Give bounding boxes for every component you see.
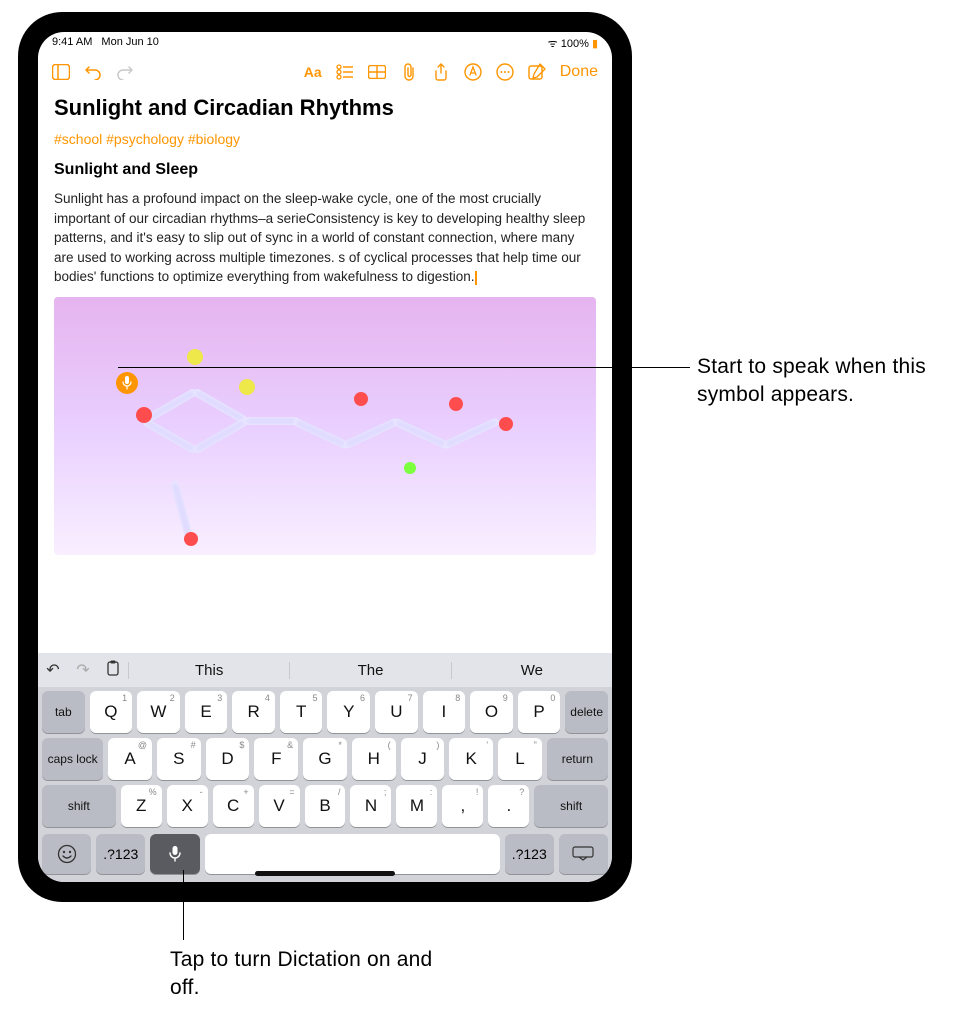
battery-icon: ▮ (592, 38, 598, 50)
done-button[interactable]: Done (556, 63, 602, 81)
microphone-icon (122, 376, 132, 390)
key-numbers-left[interactable]: .?123 (96, 834, 145, 874)
key-hide-keyboard[interactable] (559, 834, 608, 874)
markup-icon[interactable] (460, 59, 486, 85)
wifi-icon: ᯤ (548, 38, 558, 50)
key-a[interactable]: A@ (108, 738, 152, 780)
key-g[interactable]: G* (303, 738, 347, 780)
kb-clipboard-icon[interactable] (98, 660, 128, 681)
redo-icon[interactable] (112, 59, 138, 85)
key-p[interactable]: P0 (518, 691, 561, 733)
callout-line-right (118, 367, 690, 368)
battery-percent: 100% (561, 38, 589, 50)
key-u[interactable]: U7 (375, 691, 418, 733)
key-n[interactable]: N; (350, 785, 391, 827)
callout-line-bottom (183, 870, 184, 940)
table-icon[interactable] (364, 59, 390, 85)
sidebar-icon[interactable] (48, 59, 74, 85)
key-.[interactable]: .? (488, 785, 529, 827)
format-icon[interactable]: Aa (300, 59, 326, 85)
key-space[interactable] (205, 834, 500, 874)
home-indicator[interactable] (255, 871, 395, 876)
keyboard-suggestion-bar: ↶ ↷ This The We (38, 653, 612, 687)
key-c[interactable]: C+ (213, 785, 254, 827)
microphone-icon (168, 845, 182, 863)
kb-undo-icon[interactable]: ↶ (38, 660, 68, 680)
molecule-image[interactable] (54, 297, 596, 555)
text-cursor (475, 271, 477, 285)
notes-toolbar: Aa Done (38, 53, 612, 89)
key-x[interactable]: X- (167, 785, 208, 827)
key-s[interactable]: S# (157, 738, 201, 780)
screen: 9:41 AM Mon Jun 10 ᯤ 100% ▮ Aa (38, 32, 612, 882)
key-,[interactable]: ,! (442, 785, 483, 827)
suggestion-1[interactable]: This (128, 662, 289, 679)
key-capslock[interactable]: caps lock (42, 738, 103, 780)
key-dictation[interactable] (150, 834, 199, 874)
key-t[interactable]: T5 (280, 691, 323, 733)
key-return[interactable]: return (547, 738, 608, 780)
status-bar: 9:41 AM Mon Jun 10 ᯤ 100% ▮ (38, 32, 612, 53)
note-body[interactable]: Sunlight has a profound impact on the sl… (54, 189, 596, 287)
key-emoji[interactable] (42, 834, 91, 874)
key-numbers-right[interactable]: .?123 (505, 834, 554, 874)
key-shift-left[interactable]: shift (42, 785, 116, 827)
compose-icon[interactable] (524, 59, 550, 85)
status-time: 9:41 AM (52, 36, 92, 48)
key-delete[interactable]: delete (565, 691, 608, 733)
status-date: Mon Jun 10 (101, 36, 158, 48)
undo-icon[interactable] (80, 59, 106, 85)
note-tags[interactable]: #school #psychology #biology (54, 131, 596, 147)
key-k[interactable]: K' (449, 738, 493, 780)
ipad-frame: 9:41 AM Mon Jun 10 ᯤ 100% ▮ Aa (18, 12, 632, 902)
key-d[interactable]: D$ (206, 738, 250, 780)
key-i[interactable]: I8 (423, 691, 466, 733)
callout-right: Start to speak when this symbol appears. (697, 353, 974, 410)
key-v[interactable]: V= (259, 785, 300, 827)
suggestion-3[interactable]: We (451, 662, 612, 679)
share-icon[interactable] (428, 59, 454, 85)
kb-redo-icon[interactable]: ↷ (68, 660, 98, 680)
checklist-icon[interactable] (332, 59, 358, 85)
key-w[interactable]: W2 (137, 691, 180, 733)
key-l[interactable]: L" (498, 738, 542, 780)
note-subheading[interactable]: Sunlight and Sleep (54, 161, 596, 179)
onscreen-keyboard: ↶ ↷ This The We tab Q1W2E3R4T5Y6U7I8O9P0… (38, 653, 612, 882)
key-e[interactable]: E3 (185, 691, 228, 733)
key-r[interactable]: R4 (232, 691, 275, 733)
attach-icon[interactable] (396, 59, 422, 85)
key-shift-right[interactable]: shift (534, 785, 608, 827)
key-y[interactable]: Y6 (327, 691, 370, 733)
key-o[interactable]: O9 (470, 691, 513, 733)
key-tab[interactable]: tab (42, 691, 85, 733)
key-z[interactable]: Z% (121, 785, 162, 827)
key-f[interactable]: F& (254, 738, 298, 780)
note-body-text: Sunlight has a profound impact on the sl… (54, 191, 585, 284)
dictation-indicator (116, 372, 138, 394)
key-h[interactable]: H( (352, 738, 396, 780)
note-title[interactable]: Sunlight and Circadian Rhythms (54, 95, 596, 121)
callout-bottom: Tap to turn Dictation on and off. (170, 946, 450, 1003)
key-b[interactable]: B/ (305, 785, 346, 827)
key-m[interactable]: M: (396, 785, 437, 827)
suggestion-2[interactable]: The (289, 662, 450, 679)
key-q[interactable]: Q1 (90, 691, 133, 733)
more-icon[interactable] (492, 59, 518, 85)
key-j[interactable]: J) (401, 738, 445, 780)
note-content[interactable]: Sunlight and Circadian Rhythms #school #… (38, 89, 612, 653)
